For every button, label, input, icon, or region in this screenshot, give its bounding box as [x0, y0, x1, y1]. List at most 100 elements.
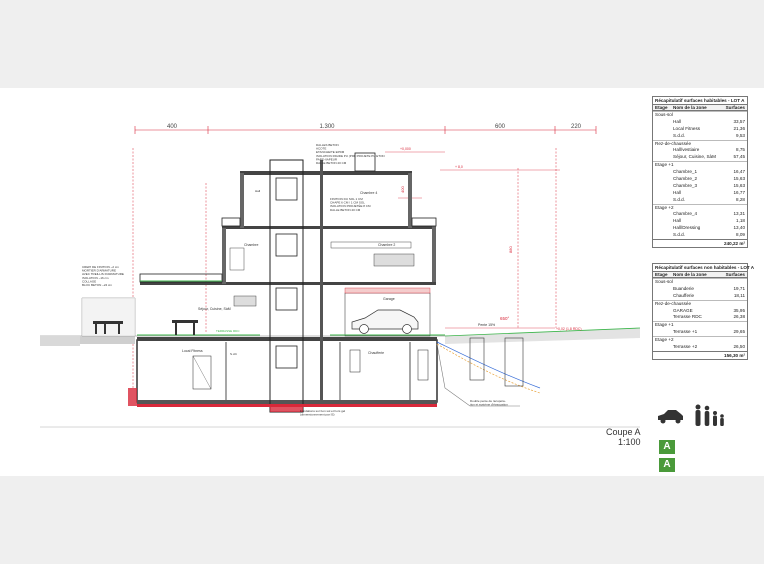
table-row: Chambre_4 13,31 [653, 211, 747, 218]
note-chape: FINITION DU SOL 1 CM CHAPE 6 CM / 1 CM SO… [330, 197, 371, 212]
zone-name: S.d.d. [673, 196, 686, 202]
zone-name: Hall/vestiaire [673, 147, 700, 153]
drawing-title-block: Coupe A 1:100 [606, 427, 641, 447]
table-row: Terrasse +2 26,50 [653, 344, 747, 351]
dim-400: 400 [167, 124, 178, 130]
table-row: Terrasse RDC 26,38 [653, 314, 747, 321]
room-sejour: Séjour, Cuisine, SàM [198, 307, 231, 311]
table-group: Rez-de-chaussée [653, 139, 747, 148]
table-habitable-total: 240,22 m² [653, 239, 747, 247]
drawing-scale: 1:100 [618, 437, 641, 447]
col-etage: Etage [655, 272, 668, 277]
room-chaufferie: Chaufferie [368, 351, 384, 355]
table-row: S.d.d. 8,28 [653, 197, 747, 204]
col-surfaces: Surfaces [725, 105, 745, 110]
zone-name: Hall [673, 118, 681, 124]
drawing-title: Coupe A [606, 427, 641, 437]
note-left-wall: CREPI DE FINITION ~2 cm MORTIER D'ARMATUR… [82, 265, 124, 287]
zone-surface: 33,57 [733, 118, 746, 124]
room-chambre2: Chambre 2 [378, 243, 395, 247]
table-habitable-title: Récapitulatif surfaces habitables - LOT … [653, 97, 747, 105]
zone-surface: 9,53 [736, 132, 745, 138]
table-group: Etage +1 [653, 321, 747, 329]
col-nom: Nom de la zone [673, 105, 707, 110]
zone-name: Chambre_3 [673, 182, 698, 188]
zone-surface: 16,77 [733, 189, 746, 195]
note-puits: Double pente de récupéra-tion et système… [470, 399, 508, 407]
note-dalles: DALLES BETON ACOTE ETANCHEITE EPDM ISOLATIO… [316, 143, 385, 165]
table-row: Chambre_3 15,63 [653, 183, 747, 190]
zone-name: Chambre_4 [673, 211, 698, 217]
scale-figures-icon [658, 404, 724, 426]
note-fondations: Fondations sur bon sol et hors gel (dimen… [300, 409, 346, 417]
table-row: Chambre_1 16,47 [653, 169, 747, 176]
level-ground-right: +0,02 (1,8 RDC) [556, 327, 582, 331]
table-row: Chambre_2 15,63 [653, 176, 747, 183]
level-h-right: 880 [508, 246, 513, 253]
table-row: Hall 1,18 [653, 218, 747, 225]
room-sdb: S.d.b [230, 352, 237, 356]
zone-surface: 18,11 [733, 292, 745, 298]
building-section [136, 152, 438, 413]
table-row: Hall 16,77 [653, 190, 747, 197]
dim-1300: 1.300 [319, 124, 335, 130]
dim-220: 220 [571, 124, 582, 130]
table-non-habitable-body: Sous-sol Buanderie 19,71 Chaufferie 18,11 Rez… [653, 278, 747, 351]
table-group: Etage +2 [653, 203, 747, 212]
ramp-label: Pente 15% [478, 323, 495, 327]
zone-name: Terrasse +1 [673, 329, 698, 335]
zone-name: S.d.d. [673, 232, 686, 238]
drawing-sheet: 400 1.300 600 220 +0,000 + 8,0 880 400 P… [0, 88, 764, 476]
zone-surface: 16,47 [733, 169, 746, 175]
zone-surface: 1,18 [736, 218, 745, 224]
col-nom: Nom de la zone [673, 272, 707, 277]
zone-name: Séjour, Cuisine, SàM [673, 154, 716, 160]
zone-surface: 29,65 [733, 329, 746, 335]
table-non-habitable: Récapitulatif surfaces non habitables - … [652, 263, 754, 360]
zone-surface: 15,63 [733, 176, 746, 182]
zone-name: Buanderie [673, 285, 694, 291]
zone-surface: 26,50 [733, 344, 746, 350]
dim-600: 600 [495, 124, 506, 130]
table-row: Hall/vestiaire 8,75 [653, 147, 747, 154]
table-row: Hall/Dressing 13,40 [653, 225, 747, 232]
section-drawing: 400 1.300 600 220 +0,000 + 8,0 880 400 P… [40, 124, 641, 428]
table-row: Buanderie 19,71 [653, 286, 747, 293]
total-value: 240,22 m² [724, 241, 745, 247]
zone-surface: 57,45 [733, 154, 746, 160]
zone-name: Hall [673, 189, 681, 195]
zone-name: Chaufferie [673, 292, 695, 298]
table-row: GARAGE 35,95 [653, 308, 747, 315]
table-row: Hall 33,57 [653, 119, 747, 126]
total-value: 156,30 m² [724, 352, 745, 358]
level-roof: + 8,0 [455, 165, 463, 169]
note-terrasse: TERRASSE RDC [216, 329, 240, 333]
table-group: Rez-de-chaussée [653, 299, 747, 308]
zone-surface: 13,31 [733, 211, 746, 217]
room-chambre4: Chambre 4 [360, 191, 377, 195]
table-non-habitable-total: 156,30 m² [653, 350, 747, 359]
table-row: Terrasse +1 29,65 [653, 329, 747, 336]
table-row: S.d.d. 8,09 [653, 232, 747, 239]
zone-surface: 26,38 [733, 314, 746, 320]
zone-name: Chambre_2 [673, 176, 698, 182]
zone-surface: 13,40 [733, 225, 746, 231]
energy-class-badge: A [659, 440, 675, 454]
zone-name: Chambre_1 [673, 169, 698, 175]
room-local-fitness: Local Fitness [182, 349, 203, 353]
zone-name: Hall/Dressing [673, 225, 701, 231]
zone-name: Hall [673, 218, 681, 224]
car-icon [351, 309, 419, 334]
table-group: Sous-sol [653, 111, 747, 119]
room-garage: Garage [383, 297, 395, 301]
room-chambre: Chambre [244, 243, 258, 247]
zone-name: S.d.d. [673, 132, 686, 138]
col-surfaces: Surfaces [725, 272, 745, 277]
zone-surface: 8,75 [736, 147, 745, 153]
level-top: +0,000 [400, 147, 411, 151]
table-group: Etage +1 [653, 161, 747, 169]
level-h-left: 400 [400, 186, 405, 193]
zone-name: GARAGE [673, 307, 693, 313]
zone-surface: 15,63 [733, 182, 746, 188]
table-row: Séjour, Cuisine, SàM 57,45 [653, 154, 747, 161]
